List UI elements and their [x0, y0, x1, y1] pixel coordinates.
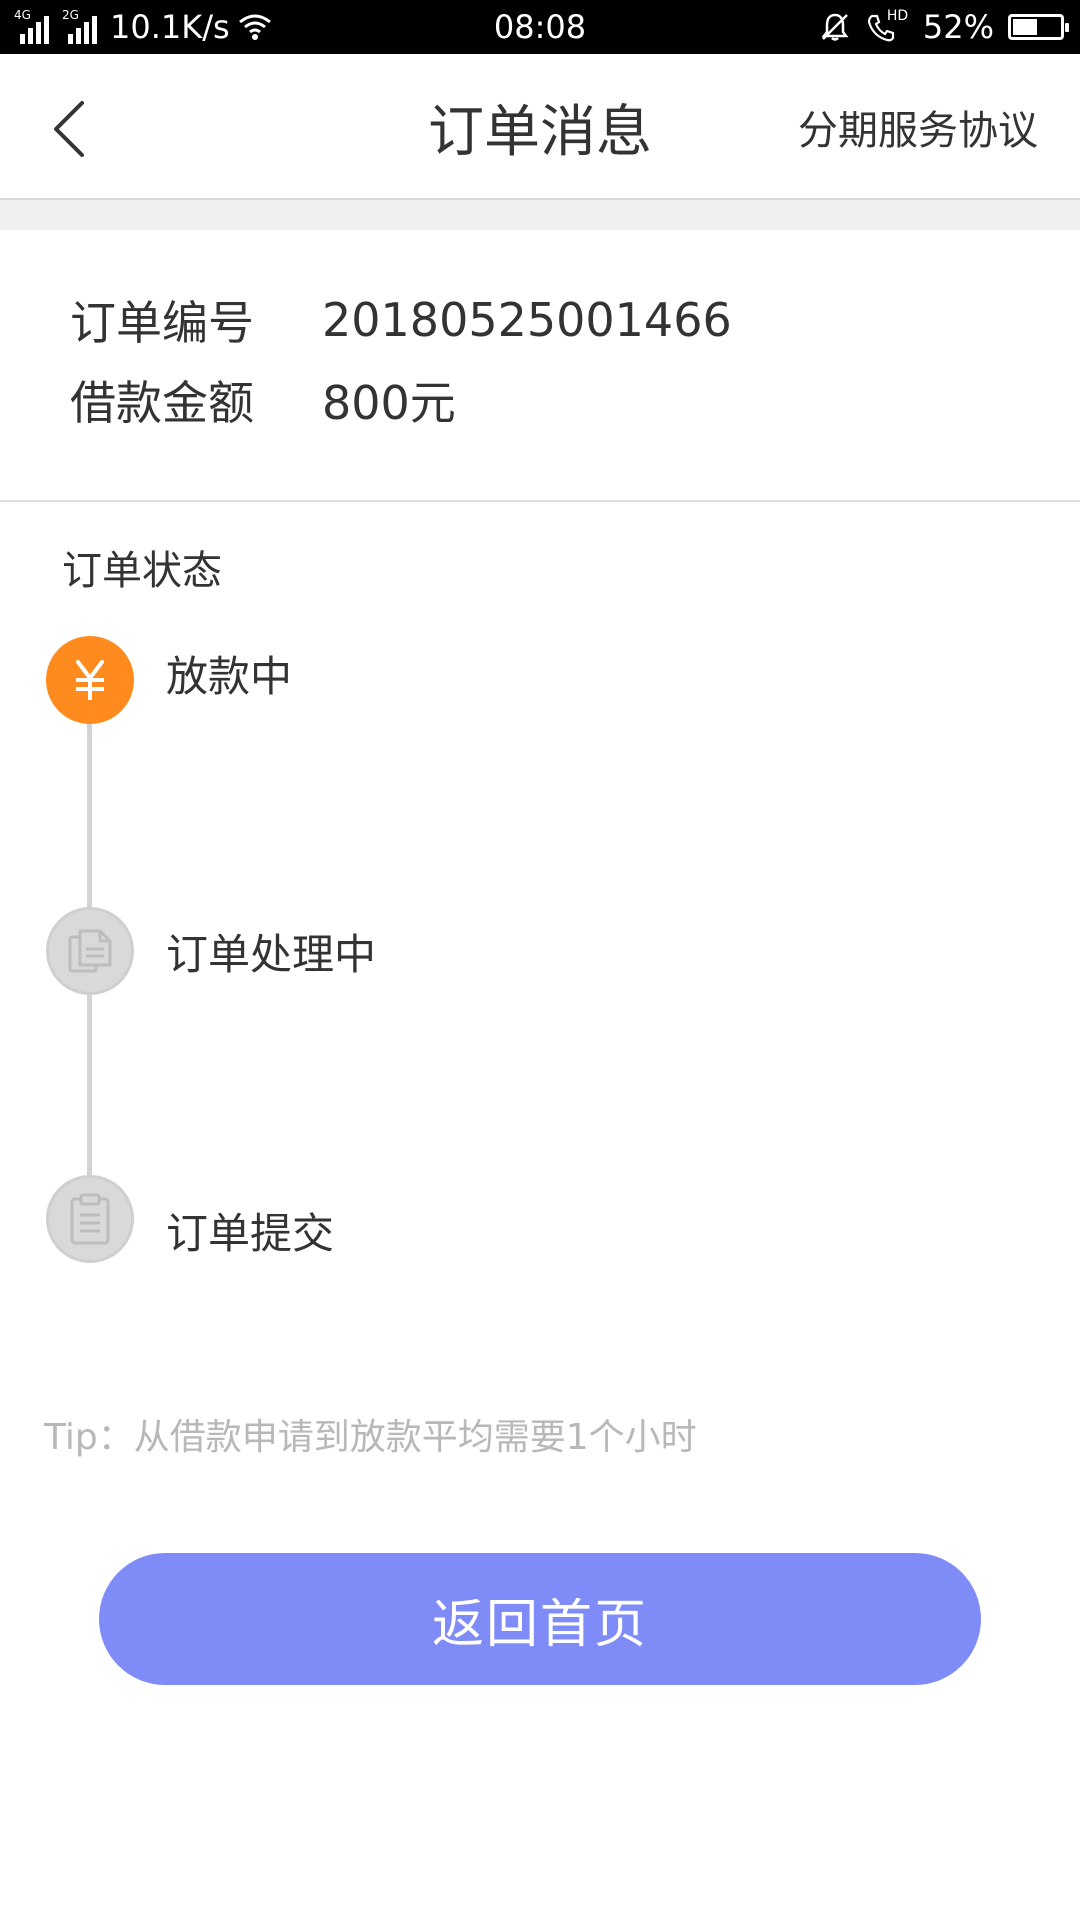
return-home-button[interactable]: 返回首页	[99, 1553, 981, 1685]
order-info: 订单编号 20180525001466 借款金额 800元	[0, 230, 1080, 502]
loan-amount-label: 借款金额	[70, 376, 254, 430]
order-status-title: 订单状态	[62, 548, 222, 594]
loan-amount-row: 借款金额 800元	[70, 370, 456, 430]
status-right: HD 52%	[819, 0, 1069, 54]
hd-call-icon: HD	[865, 8, 909, 44]
step-processing-icon	[46, 907, 134, 995]
bell-mute-icon	[821, 13, 849, 41]
step-submitted-label: 订单提交	[166, 1208, 335, 1258]
order-number-value: 20180525001466	[322, 293, 732, 347]
hd-label: HD	[886, 8, 909, 24]
yuan-icon	[76, 660, 104, 700]
step-processing-label: 订单处理中	[166, 929, 377, 979]
order-number-row: 订单编号 20180525001466	[70, 290, 732, 350]
nav-header: 订单消息 分期服务协议	[0, 54, 1080, 200]
document-copy-icon	[68, 929, 112, 973]
timeline-line	[87, 995, 92, 1175]
loan-amount-value: 800元	[322, 376, 456, 430]
tip-text: Tip：从借款申请到放款平均需要1个小时	[44, 1417, 697, 1458]
battery-icon	[1008, 14, 1069, 40]
battery-fill	[1013, 19, 1037, 35]
installment-agreement-link[interactable]: 分期服务协议	[798, 54, 1038, 200]
section-divider	[0, 200, 1080, 230]
clipboard-icon	[70, 1193, 110, 1245]
step-submitted-icon	[46, 1175, 134, 1263]
step-disbursing-icon	[46, 636, 134, 724]
battery-percent: 52%	[922, 8, 994, 46]
timeline-line	[87, 720, 92, 910]
status-bar: 4G 2G 10.1K/s 08:08 HD 52%	[0, 0, 1080, 54]
order-number-label: 订单编号	[70, 296, 254, 350]
step-disbursing-label: 放款中	[166, 651, 293, 701]
